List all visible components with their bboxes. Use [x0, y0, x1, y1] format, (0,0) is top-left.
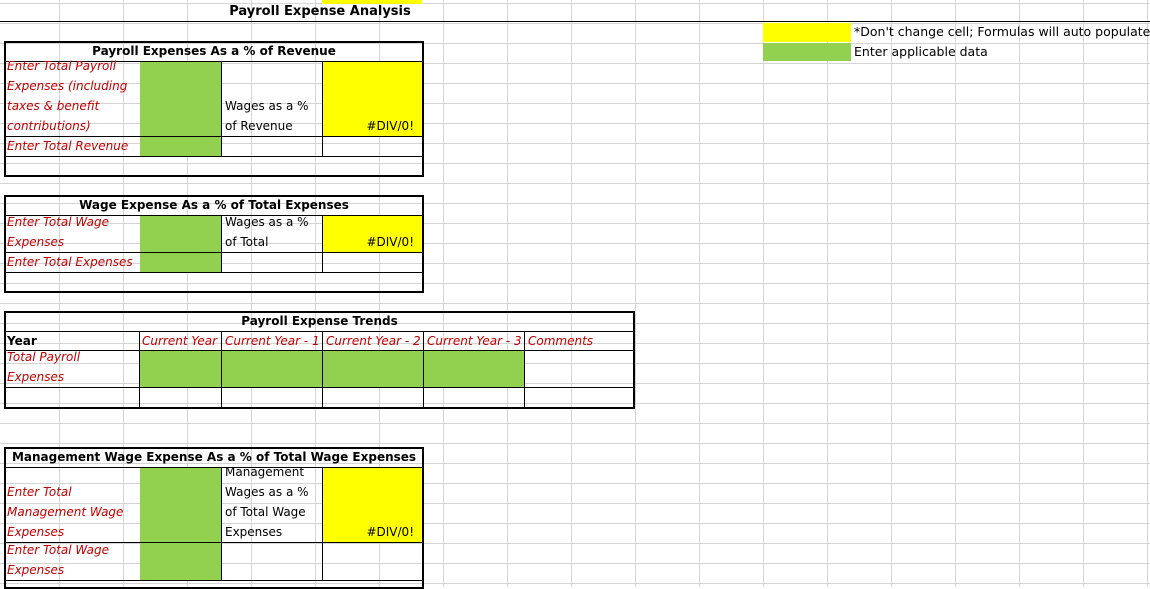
section3-input-current-year[interactable]	[140, 351, 221, 387]
section1-result-label: Wages as a % of Revenue	[225, 99, 309, 133]
legend-green-label: Enter applicable data	[854, 44, 988, 59]
section3-input-current-year-2[interactable]	[323, 351, 423, 387]
section2-vrule-a	[221, 216, 222, 273]
legend-yellow-label: *Don't change cell; Formulas will auto p…	[854, 24, 1150, 39]
section2-rule-b	[4, 272, 424, 273]
section3-input-current-year-3[interactable]	[424, 351, 524, 387]
section4-rule-b	[4, 580, 424, 581]
section2-result[interactable]: #DIV/0!	[323, 216, 422, 252]
section3-col-comments: Comments	[528, 334, 594, 348]
section1-payroll-label: Enter Total Payroll Expenses (including …	[7, 59, 128, 133]
section3-col-current-year: Current Year	[142, 334, 218, 348]
section4-result-label: Management Wages as a % of Total Wage Ex…	[225, 465, 309, 539]
section3-col-current-year-1: Current Year - 1	[225, 334, 320, 348]
section1-payroll-input[interactable]	[140, 62, 221, 136]
section3-title: Payroll Expense Trends	[241, 314, 398, 328]
section3-col-current-year-2: Current Year - 2	[326, 334, 421, 348]
section3-vrule-4	[423, 332, 424, 408]
section4-mgmt-input[interactable]	[140, 468, 221, 542]
section3-input-current-year-1[interactable]	[222, 351, 322, 387]
section3-row-label: Total Payroll Expenses	[7, 350, 81, 384]
section4-total-label: Enter Total Wage Expenses	[7, 543, 109, 577]
section3-vrule-2	[221, 332, 222, 408]
section1-rule-a	[4, 136, 424, 137]
section4-mgmt-label: Enter Total Management Wage Expenses	[7, 485, 124, 539]
section3-rule-a	[4, 387, 635, 388]
section3-vrule-1	[139, 332, 140, 408]
section2-total-label: Enter Total Expenses	[7, 255, 133, 269]
section3-vrule-5	[524, 332, 525, 408]
section2-result-label: Wages as a % of Total	[225, 215, 309, 249]
legend-green-swatch	[763, 43, 851, 61]
section1-vrule-a	[221, 62, 222, 157]
section3-input-comments[interactable]	[525, 351, 633, 387]
section2-rule-a	[4, 252, 424, 253]
section3-col-current-year-3: Current Year - 3	[427, 334, 522, 348]
section4-result[interactable]: #DIV/0!	[323, 468, 422, 542]
section4-vrule-a	[221, 468, 222, 580]
section2-total-input[interactable]	[140, 253, 221, 272]
section3-vrule-3	[322, 332, 323, 408]
section4-total-input[interactable]	[140, 543, 221, 580]
legend-yellow-swatch	[763, 23, 851, 42]
section2-wage-input[interactable]	[140, 216, 221, 252]
section4-title: Management Wage Expense As a % of Total …	[11, 450, 417, 464]
page-title: Payroll Expense Analysis	[229, 4, 411, 19]
section2-wage-label: Enter Total Wage Expenses	[7, 215, 109, 249]
section1-rule-b	[4, 156, 424, 157]
section1-revenue-input[interactable]	[140, 137, 221, 156]
section1-result[interactable]: #DIV/0!	[323, 62, 422, 136]
section1-revenue-label: Enter Total Revenue	[7, 139, 129, 153]
